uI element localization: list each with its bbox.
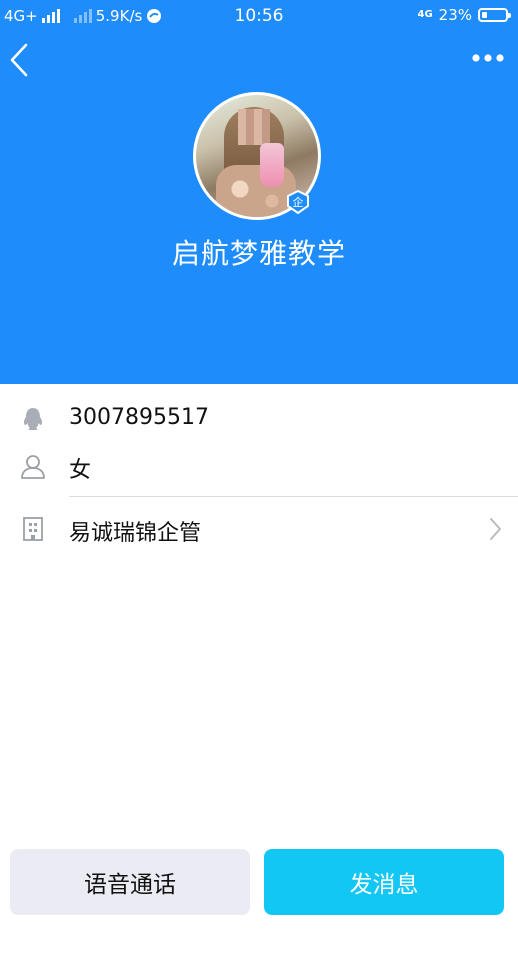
group-avatar-container[interactable]: 企 — [193, 92, 321, 220]
status-right: 4G 23% — [417, 6, 511, 24]
network-right-label: 4G — [417, 9, 433, 20]
gender-row: 女 — [0, 443, 518, 489]
person-icon — [21, 455, 45, 479]
status-bar: 4G+ 5.9K/s 10:56 4G 23% — [0, 0, 518, 34]
battery-icon — [478, 8, 511, 22]
more-dots-icon[interactable] — [470, 46, 506, 70]
badge-label: 企 — [293, 195, 304, 209]
voice-call-button[interactable]: 语音通话 — [10, 849, 250, 915]
qq-number: 3007895517 — [69, 405, 209, 430]
company-row[interactable]: 易诚瑞锦企管 — [0, 504, 518, 554]
building-icon — [23, 517, 43, 541]
enterprise-badge-icon: 企 — [287, 190, 309, 214]
send-message-button[interactable]: 发消息 — [264, 849, 504, 915]
profile-header: 4G+ 5.9K/s 10:56 4G 23% 企 启航梦雅教学 — [0, 0, 518, 384]
info-divider — [69, 496, 518, 497]
battery-fill — [482, 12, 487, 18]
back-arrow-icon[interactable] — [6, 40, 36, 80]
company-name: 易诚瑞锦企管 — [69, 521, 202, 546]
battery-percent: 23% — [438, 6, 472, 24]
group-name: 启航梦雅教学 — [171, 237, 346, 270]
qq-number-row: 3007895517 — [0, 397, 518, 443]
chevron-right-icon — [490, 518, 501, 540]
gender-value: 女 — [69, 458, 92, 483]
penguin-icon — [23, 408, 43, 430]
